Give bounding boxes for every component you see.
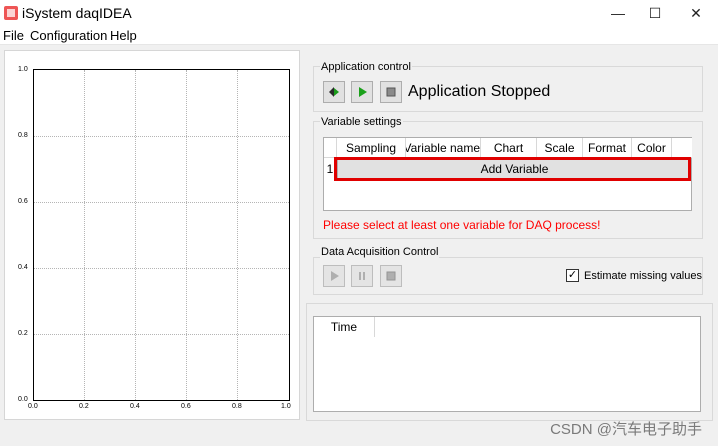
menu-configuration[interactable]: Configuration xyxy=(30,28,107,43)
estimate-missing-checkbox[interactable]: ✓ xyxy=(566,269,579,282)
plot-area[interactable] xyxy=(33,69,290,401)
app-logo-icon xyxy=(4,6,18,20)
grid-line-x xyxy=(84,70,85,400)
column-header-scale[interactable]: Scale xyxy=(537,138,583,158)
grid-line-y xyxy=(34,136,289,137)
x-tick-label: 0.4 xyxy=(130,403,140,410)
minimize-icon: — xyxy=(611,5,625,21)
daq-control-title: Data Acquisition Control xyxy=(320,246,440,258)
grid-line-x xyxy=(135,70,136,400)
grid-line-x xyxy=(237,70,238,400)
validation-warning: Please select at least one variable for … xyxy=(323,218,601,232)
stop-icon xyxy=(386,87,396,97)
maximize-icon: ☐ xyxy=(648,4,662,21)
y-tick-label: 0.0 xyxy=(18,396,28,403)
window-title: iSystem daqIDEA xyxy=(22,5,132,21)
column-header-format[interactable]: Format xyxy=(583,138,632,158)
column-header-filler xyxy=(672,138,692,158)
grid-line-y xyxy=(34,268,289,269)
application-control-title: Application control xyxy=(320,61,412,73)
run-button[interactable] xyxy=(351,81,373,103)
step-button[interactable] xyxy=(323,81,345,103)
close-icon: ✕ xyxy=(690,4,702,21)
column-header-sampling[interactable]: Sampling xyxy=(337,138,406,158)
menu-help[interactable]: Help xyxy=(110,28,137,43)
grid-line-y xyxy=(34,334,289,335)
x-tick-label: 0.2 xyxy=(79,403,89,410)
minimize-button[interactable]: — xyxy=(600,0,636,26)
play-icon xyxy=(331,271,339,281)
x-tick-label: 0.0 xyxy=(28,403,38,410)
play-icon xyxy=(359,87,367,97)
daq-pause-button[interactable] xyxy=(351,265,373,287)
x-tick-label: 0.8 xyxy=(232,403,242,410)
grid-line-x xyxy=(186,70,187,400)
estimate-missing-label: Estimate missing values xyxy=(584,270,702,282)
stop-button[interactable] xyxy=(380,81,402,103)
y-tick-label: 0.2 xyxy=(18,330,28,337)
column-header-variable-name[interactable]: Variable name xyxy=(406,138,481,158)
y-tick-label: 0.6 xyxy=(18,198,28,205)
plot-panel: 1.0 0.8 0.6 0.4 0.2 0.0 0.0 0.2 0.4 0.6 … xyxy=(4,50,300,420)
pause-icon xyxy=(359,272,365,280)
daq-stop-button[interactable] xyxy=(380,265,402,287)
close-button[interactable]: ✕ xyxy=(678,0,714,26)
table-corner xyxy=(324,138,337,158)
watermark: CSDN @汽车电子助手 xyxy=(550,421,702,438)
x-tick-label: 1.0 xyxy=(281,403,291,410)
title-bar: iSystem daqIDEA — ☐ ✕ xyxy=(0,0,718,26)
column-header-color[interactable]: Color xyxy=(632,138,672,158)
variable-settings-title: Variable settings xyxy=(320,116,403,128)
add-variable-highlight xyxy=(334,157,691,181)
menu-file[interactable]: File xyxy=(3,28,24,43)
application-status: Application Stopped xyxy=(408,83,551,100)
y-tick-label: 0.8 xyxy=(18,132,28,139)
stop-icon xyxy=(386,271,396,281)
grid-line-y xyxy=(34,202,289,203)
column-header-time[interactable]: Time xyxy=(314,317,375,337)
daq-start-button[interactable] xyxy=(323,265,345,287)
step-icon xyxy=(329,87,339,97)
maximize-button[interactable]: ☐ xyxy=(637,0,673,26)
y-tick-label: 1.0 xyxy=(18,66,28,73)
log-table: Time xyxy=(313,316,701,412)
y-tick-label: 0.4 xyxy=(18,264,28,271)
column-header-chart[interactable]: Chart xyxy=(481,138,537,158)
menu-bar: File Configuration Help xyxy=(0,26,718,45)
x-tick-label: 0.6 xyxy=(181,403,191,410)
